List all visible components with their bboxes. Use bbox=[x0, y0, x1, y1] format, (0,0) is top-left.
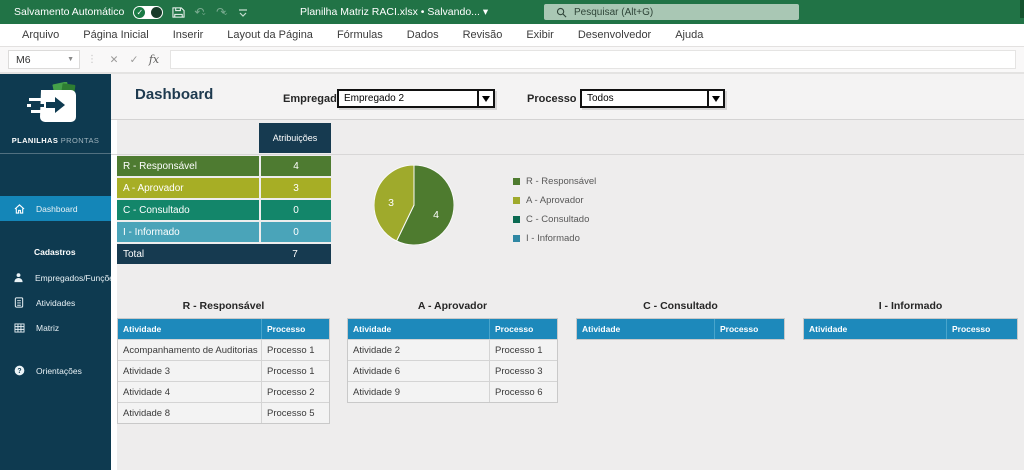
summary-header-cell: Atribuições bbox=[259, 123, 331, 153]
title-bar: Salvamento Automático ✓ ↶ ⌄ ↷ ⌄ Planilha M… bbox=[0, 0, 1024, 24]
table-row: Atividade 2 Processo 1 bbox=[348, 339, 557, 360]
home-icon bbox=[13, 203, 25, 214]
clipboard-icon bbox=[13, 297, 25, 308]
autosave-label: Salvamento Automático bbox=[14, 6, 125, 18]
tab-arquivo[interactable]: Arquivo bbox=[10, 24, 71, 46]
sidebar-item-matriz[interactable]: Matriz bbox=[0, 315, 111, 340]
informado-table: I - Informado Atividade Processo bbox=[803, 300, 1018, 340]
name-box[interactable]: M6 ▼ bbox=[8, 50, 80, 69]
table-header: Atividade Processo bbox=[804, 319, 1017, 339]
tab-desenvolvedor[interactable]: Desenvolvedor bbox=[566, 24, 663, 46]
table-header: Atividade Processo bbox=[577, 319, 784, 339]
insert-function-icon[interactable]: fx bbox=[144, 53, 164, 66]
raci-pie-chart: 4 3 bbox=[374, 165, 454, 245]
table-header: Atividade Processo bbox=[348, 319, 557, 339]
table-title: I - Informado bbox=[878, 300, 943, 312]
summary-table: R - Responsável 4 A - Aprovador 3 C - Co… bbox=[117, 156, 331, 266]
window-edge bbox=[1020, 0, 1024, 18]
table-row: R - Responsável 4 bbox=[117, 156, 331, 176]
sidebar-item-empregados-funcoes[interactable]: Empregados/Funções bbox=[0, 265, 118, 290]
search-placeholder: Pesquisar (Alt+G) bbox=[574, 6, 654, 18]
tab-exibir[interactable]: Exibir bbox=[514, 24, 566, 46]
person-icon bbox=[13, 272, 24, 283]
tab-revisao[interactable]: Revisão bbox=[451, 24, 515, 46]
table-row: C - Consultado 0 bbox=[117, 200, 331, 220]
sidebar-item-orientacoes[interactable]: ? Orientações bbox=[0, 358, 111, 383]
logo-text: PLANILHAS PRONTAS bbox=[11, 136, 100, 145]
excel-window: Salvamento Automático ✓ ↶ ⌄ ↷ ⌄ Planilha M… bbox=[0, 0, 1024, 470]
empregado-select[interactable]: Empregado 2 bbox=[337, 89, 495, 108]
sidebar-section-cadastros: Cadastros bbox=[34, 247, 76, 257]
tab-inserir[interactable]: Inserir bbox=[161, 24, 216, 46]
table-row: Atividade 8 Processo 5 bbox=[118, 402, 329, 423]
enter-icon[interactable]: ✓ bbox=[124, 54, 144, 66]
autosave-toggle[interactable]: ✓ bbox=[133, 5, 164, 19]
table-row: Atividade 4 Processo 2 bbox=[118, 381, 329, 402]
table-title: R - Responsável bbox=[182, 300, 265, 312]
tab-dados[interactable]: Dados bbox=[395, 24, 451, 46]
legend-item: R - Responsável bbox=[513, 176, 596, 187]
responsavel-table: R - Responsável Atividade Processo Acomp… bbox=[117, 300, 330, 424]
undo-icon[interactable]: ↶ ⌄ bbox=[194, 5, 207, 19]
grid-icon bbox=[13, 322, 25, 333]
save-icon[interactable] bbox=[172, 6, 185, 19]
tab-layout-da-pagina[interactable]: Layout da Página bbox=[215, 24, 325, 46]
tab-ajuda[interactable]: Ajuda bbox=[663, 24, 715, 46]
table-title: C - Consultado bbox=[643, 300, 718, 312]
legend-item: C - Consultado bbox=[513, 214, 596, 225]
chevron-down-icon[interactable] bbox=[477, 91, 493, 106]
divider: ⋮ bbox=[87, 54, 97, 65]
chevron-down-icon[interactable] bbox=[707, 91, 723, 106]
formula-bar: M6 ▼ ⋮ ✕ ✓ fx bbox=[0, 47, 1024, 74]
processo-select[interactable]: Todos bbox=[580, 89, 725, 108]
legend-item: A - Aprovador bbox=[513, 195, 596, 206]
processo-label: Processo bbox=[527, 93, 577, 105]
aprovador-table: A - Aprovador Atividade Processo Ativida… bbox=[347, 300, 558, 403]
chart-legend: R - Responsável A - Aprovador C - Consul… bbox=[513, 176, 596, 252]
empregado-label: Empregado bbox=[283, 93, 344, 105]
pie-label-responsavel: 4 bbox=[433, 209, 439, 221]
toggle-knob-icon bbox=[151, 6, 163, 18]
redo-icon[interactable]: ↷ ⌄ bbox=[216, 5, 229, 19]
tab-formulas[interactable]: Fórmulas bbox=[325, 24, 395, 46]
cancel-icon[interactable]: ✕ bbox=[104, 54, 124, 66]
sidebar-item-dashboard[interactable]: Dashboard bbox=[0, 196, 111, 221]
legend-item: I - Informado bbox=[513, 233, 596, 244]
document-title[interactable]: Planilha Matriz RACI.xlsx • Salvando... … bbox=[300, 6, 488, 18]
page-title: Dashboard bbox=[135, 86, 214, 103]
table-title: A - Aprovador bbox=[417, 300, 488, 312]
dashboard-header: Dashboard Empregado Empregado 2 Processo… bbox=[111, 74, 1024, 120]
tab-pagina-inicial[interactable]: Página Inicial bbox=[71, 24, 160, 46]
table-row: Atividade 3 Processo 1 bbox=[118, 360, 329, 381]
sidebar-item-atividades[interactable]: Atividades bbox=[0, 290, 111, 315]
logo: PLANILHAS PRONTAS bbox=[0, 74, 111, 154]
table-row: Atividade 6 Processo 3 bbox=[348, 360, 557, 381]
svg-text:?: ? bbox=[17, 368, 21, 375]
table-row: Atividade 9 Processo 6 bbox=[348, 381, 557, 402]
sidebar: PLANILHAS PRONTAS Dashboard Cadastros Em… bbox=[0, 74, 118, 470]
namebox-dropdown-icon[interactable]: ▼ bbox=[67, 56, 74, 63]
table-row: A - Aprovador 3 bbox=[117, 178, 331, 198]
check-icon: ✓ bbox=[134, 6, 146, 18]
customize-toolbar-icon[interactable] bbox=[238, 7, 248, 17]
dashboard-sheet: Dashboard Empregado Empregado 2 Processo… bbox=[111, 74, 1024, 470]
search-icon bbox=[556, 7, 567, 17]
formula-input[interactable] bbox=[170, 50, 1016, 69]
planilhas-prontas-logo-icon bbox=[26, 81, 76, 122]
table-row: Acompanhamento de Auditorias Processo 1 bbox=[118, 339, 329, 360]
table-total-row: Total 7 bbox=[117, 244, 331, 264]
ribbon-tabs: Arquivo Página Inicial Inserir Layout da… bbox=[0, 24, 1024, 47]
divider bbox=[111, 154, 1024, 155]
search-input[interactable]: Pesquisar (Alt+G) bbox=[544, 4, 799, 20]
table-row: I - Informado 0 bbox=[117, 222, 331, 242]
question-icon: ? bbox=[13, 365, 25, 376]
table-header: Atividade Processo bbox=[118, 319, 329, 339]
consultado-table: C - Consultado Atividade Processo bbox=[576, 300, 785, 340]
pie-label-aprovador: 3 bbox=[388, 197, 394, 209]
